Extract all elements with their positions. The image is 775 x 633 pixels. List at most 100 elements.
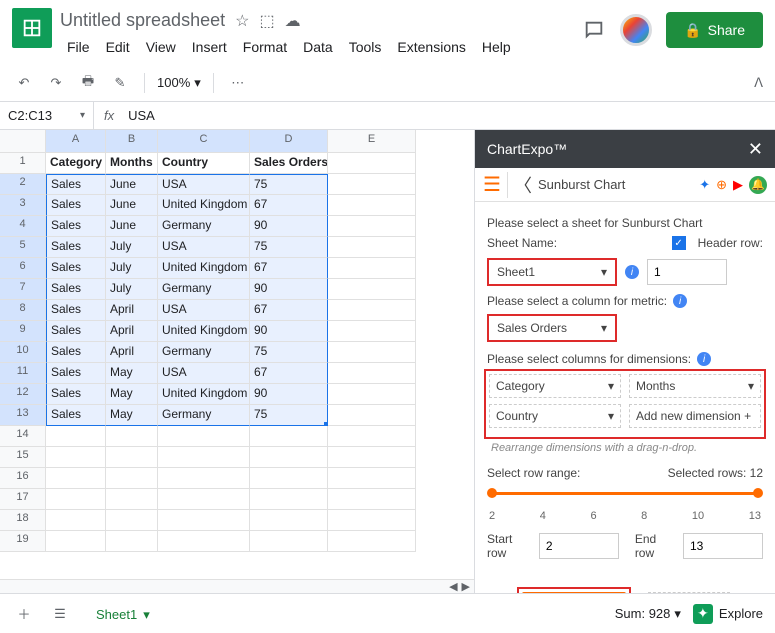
cell[interactable] — [106, 468, 158, 489]
cell[interactable]: April — [106, 342, 158, 363]
cell[interactable] — [328, 405, 416, 426]
cell[interactable] — [328, 300, 416, 321]
row-header[interactable]: 7 — [0, 279, 46, 300]
cell[interactable] — [46, 447, 106, 468]
column-header[interactable]: B — [106, 130, 158, 153]
column-header[interactable]: C — [158, 130, 250, 153]
sheet-select[interactable]: Sheet1 ▾ — [487, 258, 617, 286]
cell[interactable] — [328, 489, 416, 510]
cell[interactable]: USA — [158, 363, 250, 384]
menu-edit[interactable]: Edit — [99, 35, 137, 59]
back-icon[interactable]: 〈 — [507, 172, 532, 198]
add-chart-icon[interactable]: ⊕ — [716, 177, 727, 193]
cell[interactable]: Sales — [46, 174, 106, 195]
dimension-2-select[interactable]: Months▾ — [629, 374, 761, 398]
cell[interactable]: 75 — [250, 174, 328, 195]
select-all-cell[interactable] — [0, 130, 46, 153]
menu-view[interactable]: View — [139, 35, 183, 59]
redo-icon[interactable]: ↷ — [44, 71, 68, 95]
cell[interactable]: June — [106, 195, 158, 216]
header-row-checkbox[interactable]: ✓ — [672, 236, 686, 250]
cell[interactable]: 90 — [250, 321, 328, 342]
formula-value[interactable]: USA — [124, 108, 159, 123]
cell[interactable] — [46, 489, 106, 510]
row-header[interactable]: 11 — [0, 363, 46, 384]
cell[interactable]: 75 — [250, 342, 328, 363]
cell[interactable]: USA — [158, 174, 250, 195]
cell[interactable]: Sales — [46, 321, 106, 342]
row-header[interactable]: 5 — [0, 237, 46, 258]
row-header[interactable]: 10 — [0, 342, 46, 363]
cell[interactable] — [250, 447, 328, 468]
cell[interactable]: United Kingdom — [158, 258, 250, 279]
cell[interactable]: Germany — [158, 405, 250, 426]
row-header[interactable]: 19 — [0, 531, 46, 552]
column-header[interactable]: A — [46, 130, 106, 153]
cell[interactable] — [46, 531, 106, 552]
name-box[interactable]: C2:C13 ▾ — [0, 102, 94, 129]
menu-help[interactable]: Help — [475, 35, 518, 59]
sheets-app-icon[interactable] — [12, 8, 52, 48]
cell[interactable] — [328, 258, 416, 279]
header-row-input[interactable] — [647, 259, 727, 285]
cell[interactable]: Sales — [46, 216, 106, 237]
cell[interactable] — [46, 426, 106, 447]
cell[interactable] — [158, 531, 250, 552]
cell[interactable] — [106, 447, 158, 468]
row-header[interactable]: 8 — [0, 300, 46, 321]
cell[interactable] — [158, 447, 250, 468]
row-header[interactable]: 13 — [0, 405, 46, 426]
horizontal-scrollbar[interactable]: ◀ ▶ — [0, 579, 474, 593]
cell[interactable]: 90 — [250, 279, 328, 300]
menu-format[interactable]: Format — [236, 35, 294, 59]
zoom-selector[interactable]: 100% ▾ — [157, 75, 201, 91]
cell[interactable] — [328, 195, 416, 216]
cell[interactable]: USA — [158, 300, 250, 321]
cell[interactable] — [328, 426, 416, 447]
cell[interactable]: Category — [46, 153, 106, 174]
wand-icon[interactable]: ✦ — [699, 177, 710, 193]
cloud-status-icon[interactable]: ☁ — [285, 11, 301, 31]
dimension-1-select[interactable]: Category▾ — [489, 374, 621, 398]
end-row-input[interactable] — [683, 533, 763, 559]
info-icon[interactable]: i — [697, 352, 711, 366]
menu-extensions[interactable]: Extensions — [390, 35, 472, 59]
row-header[interactable]: 9 — [0, 321, 46, 342]
row-header[interactable]: 16 — [0, 468, 46, 489]
cell[interactable]: July — [106, 237, 158, 258]
cell[interactable]: Sales — [46, 258, 106, 279]
share-button[interactable]: 🔒 Share — [666, 12, 763, 48]
column-header[interactable]: D — [250, 130, 328, 153]
cell[interactable]: June — [106, 216, 158, 237]
cell[interactable]: 90 — [250, 384, 328, 405]
column-header[interactable]: E — [328, 130, 416, 153]
move-icon[interactable]: ⬚ — [259, 11, 274, 31]
cell[interactable] — [250, 510, 328, 531]
row-header[interactable]: 12 — [0, 384, 46, 405]
sheet-tab[interactable]: Sheet1 ▾ — [84, 599, 162, 629]
cell[interactable]: May — [106, 405, 158, 426]
cell[interactable] — [158, 468, 250, 489]
cell[interactable] — [46, 468, 106, 489]
cell[interactable]: Country — [158, 153, 250, 174]
cell[interactable] — [328, 174, 416, 195]
paint-format-icon[interactable]: ✎ — [108, 71, 132, 95]
row-header[interactable]: 17 — [0, 489, 46, 510]
cell[interactable]: Sales Orders — [250, 153, 328, 174]
cell[interactable] — [46, 510, 106, 531]
cell[interactable] — [328, 363, 416, 384]
cell[interactable]: Sales — [46, 363, 106, 384]
quicksum-display[interactable]: Sum: 928 ▾ — [615, 606, 681, 622]
youtube-icon[interactable]: ▶ — [733, 177, 743, 193]
spreadsheet-grid[interactable]: ABCDE1CategoryMonthsCountrySales Orders2… — [0, 130, 474, 552]
close-icon[interactable]: ✕ — [748, 139, 763, 160]
document-title[interactable]: Untitled spreadsheet — [60, 10, 225, 31]
dimension-3-select[interactable]: Country▾ — [489, 404, 621, 428]
menu-icon[interactable]: ☰ — [483, 172, 501, 197]
cell[interactable]: Sales — [46, 237, 106, 258]
cell[interactable]: 67 — [250, 300, 328, 321]
comments-icon[interactable] — [582, 18, 606, 42]
cell[interactable]: Sales — [46, 195, 106, 216]
add-sheet-button[interactable]: ＋ — [12, 602, 36, 626]
print-icon[interactable]: 🖶 — [76, 71, 100, 95]
